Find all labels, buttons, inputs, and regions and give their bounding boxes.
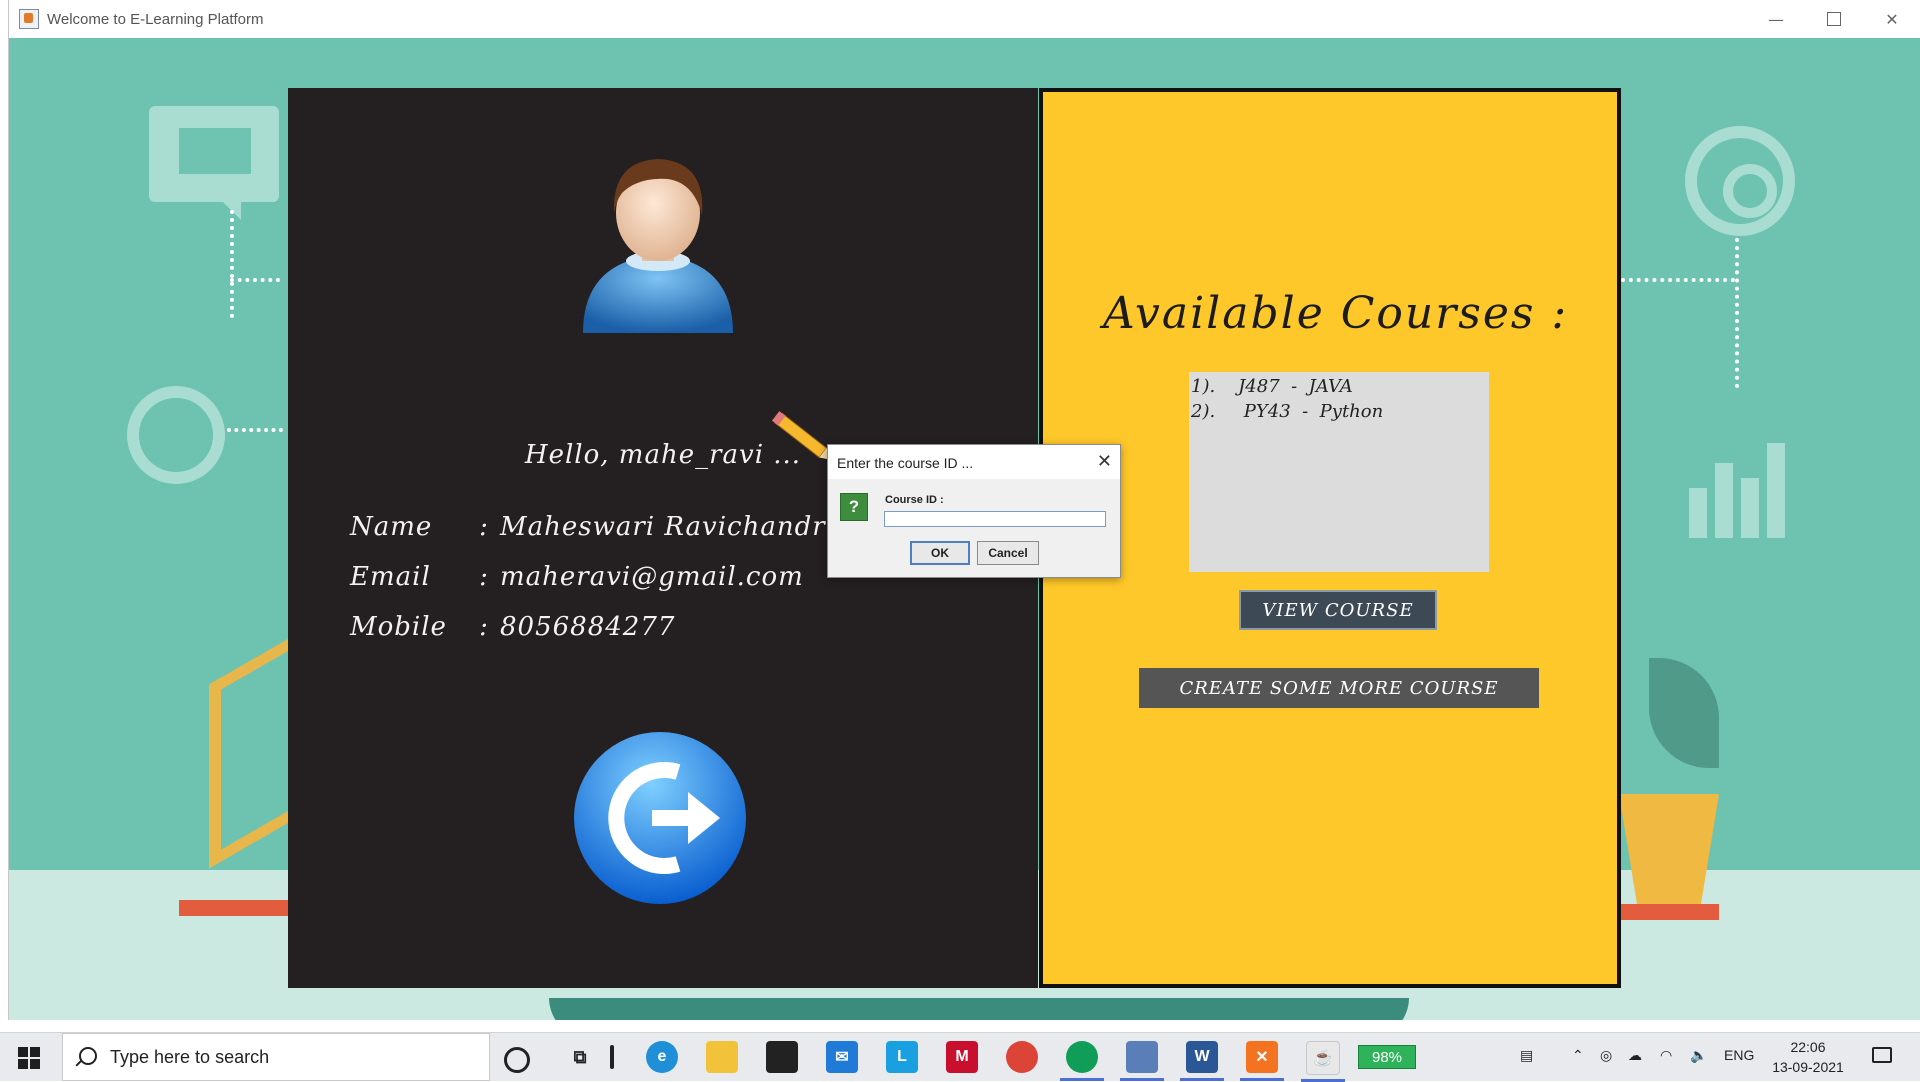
list-item[interactable]: 2). PY43 - Python [1191, 399, 1489, 424]
list-item[interactable]: 1). J487 - JAVA [1191, 374, 1489, 399]
laptop-base-decoration [549, 998, 1409, 1020]
separator-icon [610, 1045, 614, 1069]
word-icon[interactable]: W [1180, 1041, 1224, 1081]
close-button[interactable]: ✕ [1863, 0, 1920, 38]
maximize-icon [1827, 12, 1841, 26]
minimize-button[interactable]: — [1747, 0, 1805, 38]
task-view-icon[interactable]: ⧉ [564, 1041, 596, 1073]
app-window: Welcome to E-Learning Platform — ✕ Hello… [8, 0, 1920, 1020]
chrome-profile-icon[interactable] [1060, 1041, 1104, 1081]
virtualbox-icon[interactable] [1120, 1041, 1164, 1081]
separator: : [479, 562, 489, 592]
title-bar: Welcome to E-Learning Platform — ✕ [9, 0, 1920, 38]
chrome-icon[interactable] [1006, 1041, 1038, 1073]
cortana-icon[interactable] [504, 1047, 530, 1073]
l-app-icon[interactable]: L [886, 1041, 918, 1073]
store-icon[interactable] [766, 1041, 798, 1073]
red-bar-decoration [179, 900, 289, 916]
chevron-up-icon[interactable]: ⌃ [1572, 1047, 1584, 1064]
course-list[interactable]: 1). J487 - JAVA 2). PY43 - Python [1189, 372, 1489, 572]
courses-panel: Available Courses : 1). J487 - JAVA 2). … [1039, 88, 1621, 988]
search-placeholder: Type here to search [110, 1047, 270, 1067]
time-text: 22:06 [1790, 1039, 1826, 1055]
name-row: Name: Maheswari Ravichandr [350, 512, 826, 542]
email-row: Email: maheravi@gmail.com [350, 562, 804, 592]
logout-button-icon[interactable] [570, 726, 750, 906]
date-text: 13-09-2021 [1772, 1059, 1844, 1075]
courses-title: Available Courses : [1103, 288, 1569, 339]
wifi-icon[interactable]: ◠ [1660, 1047, 1672, 1064]
windows-start-icon[interactable] [18, 1047, 40, 1069]
java-app-icon [19, 9, 39, 29]
email-value: maheravi@gmail.com [500, 562, 804, 592]
mail-icon[interactable]: ✉ [826, 1041, 858, 1073]
user-avatar-icon [583, 159, 733, 333]
mobile-label: Mobile [350, 612, 447, 642]
maximize-button[interactable] [1805, 0, 1863, 38]
course-id-label: Course ID : [885, 494, 944, 506]
bar-chart-decoration [1689, 418, 1799, 538]
separator: : [479, 612, 489, 642]
create-course-button[interactable]: CREATE SOME MORE COURSE [1139, 668, 1539, 708]
dialog-close-icon[interactable]: ✕ [1097, 451, 1112, 472]
edge-icon[interactable]: e [646, 1041, 678, 1073]
java-icon[interactable]: ☕ [1301, 1041, 1345, 1082]
plant-leaf-decoration [1649, 658, 1719, 768]
dialog-title-bar: Enter the course ID ... ✕ [828, 445, 1120, 479]
volume-icon[interactable]: 🔈 [1690, 1047, 1707, 1064]
clock[interactable]: 22:06 13-09-2021 [1768, 1037, 1848, 1077]
file-explorer-icon[interactable] [706, 1041, 738, 1073]
dotted-line-decoration [227, 428, 283, 432]
onedrive-icon[interactable]: ☁ [1628, 1047, 1642, 1064]
dotted-line-decoration [1735, 238, 1739, 388]
notification-icon[interactable] [1872, 1047, 1892, 1063]
course-id-dialog: Enter the course ID ... ✕ ? Course ID : … [827, 444, 1121, 578]
ring-chart-decoration [127, 386, 225, 484]
view-course-button[interactable]: VIEW COURSE [1239, 590, 1437, 630]
ok-button[interactable]: OK [910, 541, 970, 565]
course-id-input[interactable] [884, 511, 1106, 527]
xampp-icon[interactable]: ✕ [1240, 1041, 1284, 1081]
name-label: Name [350, 512, 433, 542]
cancel-button[interactable]: Cancel [977, 541, 1039, 565]
dotted-line-decoration [230, 278, 280, 282]
taskbar: Type here to search ⧉ e ✉ L M W ✕ ☕ 98% … [0, 1032, 1920, 1082]
language-indicator[interactable]: ENG [1724, 1047, 1754, 1063]
name-value: Maheswari Ravichandr [500, 512, 826, 542]
taskbar-search-box[interactable]: Type here to search [62, 1033, 490, 1081]
question-icon: ? [840, 493, 868, 521]
greeting-text: Hello, mahe_ravi ... [524, 440, 802, 470]
dotted-line-decoration [230, 210, 234, 318]
search-icon [79, 1047, 97, 1065]
mcafee-icon[interactable]: M [946, 1041, 978, 1073]
mobile-value: 8056884277 [500, 612, 676, 642]
news-icon[interactable]: ▤ [1520, 1047, 1533, 1064]
meet-icon[interactable]: ◎ [1600, 1047, 1612, 1064]
dialog-title: Enter the course ID ... [837, 455, 974, 471]
target-decoration [1685, 126, 1795, 236]
battery-indicator[interactable]: 98% [1358, 1045, 1416, 1069]
dotted-line-decoration [1621, 278, 1735, 282]
red-bar-decoration [1609, 904, 1719, 920]
email-label: Email [350, 562, 431, 592]
mail-bubble-decoration [149, 106, 279, 202]
mobile-row: Mobile:8056884277 [350, 612, 675, 642]
window-title: Welcome to E-Learning Platform [47, 10, 264, 28]
separator: : [479, 512, 489, 542]
